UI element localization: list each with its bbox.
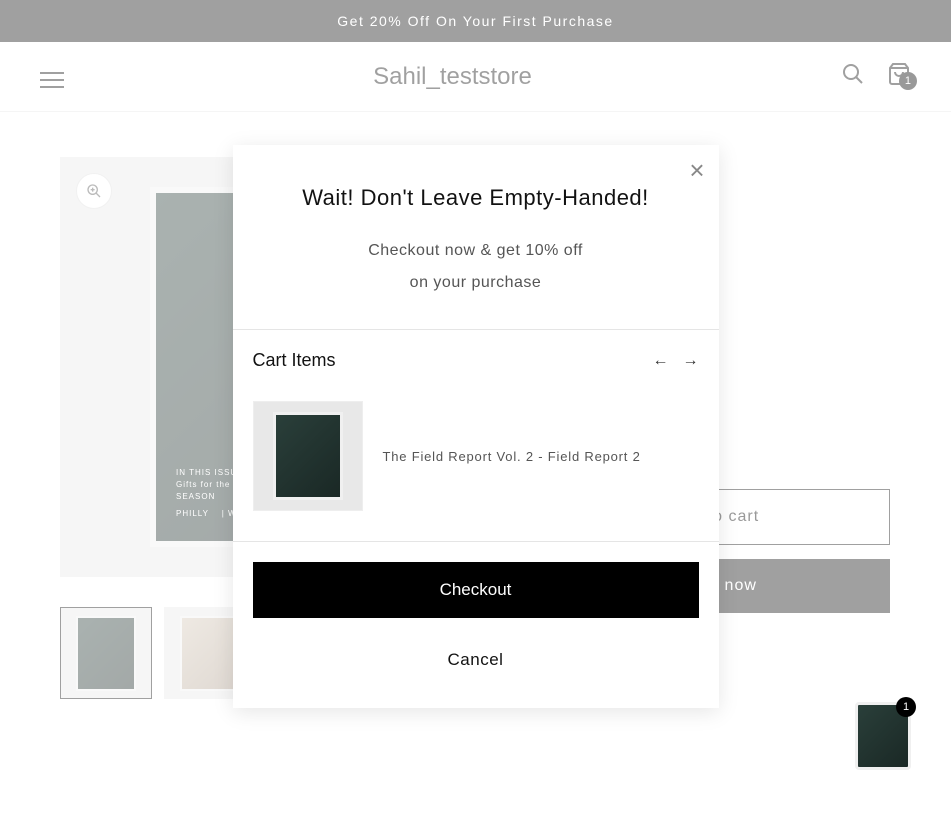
arrow-left-icon[interactable]: ←	[653, 352, 669, 370]
cart-item: The Field Report Vol. 2 - Field Report 2	[253, 391, 699, 521]
modal-header: Wait! Don't Leave Empty-Handed! Checkout…	[233, 145, 719, 329]
exit-intent-modal: × Wait! Don't Leave Empty-Handed! Checko…	[233, 145, 719, 708]
close-icon[interactable]: ×	[689, 155, 704, 186]
floating-cart-widget[interactable]: 1	[855, 702, 911, 770]
cart-header: Cart Items ← →	[253, 350, 699, 371]
cart-item-name: The Field Report Vol. 2 - Field Report 2	[383, 449, 641, 464]
arrow-right-icon[interactable]: →	[683, 352, 699, 370]
cart-item-image[interactable]	[253, 401, 363, 511]
floating-cart-badge: 1	[896, 697, 916, 717]
modal-title: Wait! Don't Leave Empty-Handed!	[263, 185, 689, 211]
cancel-button[interactable]: Cancel	[253, 642, 699, 678]
floating-cart-image: 1	[855, 702, 911, 770]
cart-section: Cart Items ← → The Field Report Vol. 2 -…	[233, 330, 719, 541]
modal-subtitle-line1: Checkout now & get 10% off	[263, 235, 689, 267]
cart-items-label: Cart Items	[253, 350, 336, 371]
checkout-button[interactable]: Checkout	[253, 562, 699, 618]
modal-actions: Checkout Cancel	[233, 542, 719, 708]
modal-subtitle-line2: on your purchase	[263, 267, 689, 299]
carousel-nav: ← →	[653, 352, 699, 370]
